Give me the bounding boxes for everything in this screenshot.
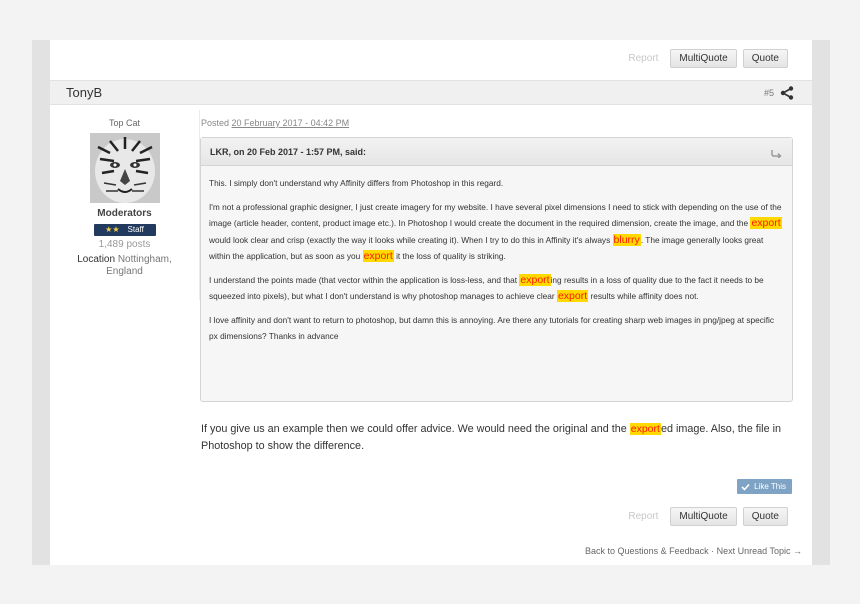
post-header: TonyB #5 bbox=[50, 80, 812, 105]
quote-paragraph: This. I simply don't understand why Affi… bbox=[209, 178, 504, 188]
post-actions: Report MultiQuote Quote bbox=[628, 507, 788, 526]
topic-navigation: Back to Questions & Feedback · Next Unre… bbox=[585, 546, 802, 556]
back-to-forum-link[interactable]: Back to Questions & Feedback bbox=[585, 546, 709, 556]
forum-post-page: Report MultiQuote Quote TonyB #5 Top Cat bbox=[50, 40, 812, 565]
posted-prefix: Posted bbox=[201, 118, 232, 128]
tiger-avatar-image bbox=[89, 133, 160, 203]
search-highlight: export bbox=[629, 423, 661, 435]
multiquote-button[interactable]: MultiQuote bbox=[670, 49, 737, 68]
author-info-panel: Top Cat Moderators ★★ Staff 1,489 posts L… bbox=[50, 110, 200, 300]
post-date-link[interactable]: 20 February 2017 - 04:42 PM bbox=[232, 118, 350, 128]
location-label: Location bbox=[77, 254, 116, 265]
quote-citation: LKR, on 20 Feb 2017 - 1:57 PM, said: bbox=[201, 138, 792, 166]
location-value-line2: England bbox=[106, 266, 143, 277]
quote-paragraph: I'm not a professional graphic designer,… bbox=[209, 201, 782, 262]
post-number[interactable]: #5 bbox=[764, 88, 774, 98]
next-unread-topic-link[interactable]: Next Unread Topic bbox=[717, 546, 791, 556]
previous-post-actions: Report MultiQuote Quote bbox=[628, 49, 788, 68]
member-title: Top Cat bbox=[108, 118, 141, 128]
avatar[interactable] bbox=[89, 133, 160, 203]
staff-badge: ★★ Staff bbox=[93, 224, 156, 236]
search-highlight: export bbox=[556, 290, 589, 302]
quote-paragraph: I understand the points made (that vecto… bbox=[209, 273, 764, 302]
quote-button[interactable]: Quote bbox=[742, 507, 788, 526]
post-body-text: If you give us an example then we could … bbox=[201, 423, 781, 452]
search-highlight: export bbox=[362, 250, 394, 262]
member-location: Location Nottingham, England bbox=[50, 254, 199, 278]
quote-body: This. I simply don't understand why Affi… bbox=[201, 166, 792, 345]
like-button-label: Like This bbox=[754, 482, 786, 491]
badge-label: Staff bbox=[127, 225, 144, 234]
report-link[interactable]: Report bbox=[628, 511, 658, 522]
multiquote-button[interactable]: MultiQuote bbox=[670, 507, 737, 526]
quote-citation-text: LKR, on 20 Feb 2017 - 1:57 PM, said: bbox=[210, 147, 367, 157]
location-value: Nottingham, bbox=[117, 254, 172, 265]
post-date: Posted 20 February 2017 - 04:42 PM bbox=[201, 118, 349, 128]
search-highlight: blurry bbox=[612, 233, 641, 246]
member-post-count: 1,489 posts bbox=[98, 239, 151, 250]
arrow-right-icon: → bbox=[790, 546, 802, 556]
quote-block: LKR, on 20 Feb 2017 - 1:57 PM, said: Thi… bbox=[200, 137, 793, 402]
check-icon bbox=[741, 483, 750, 491]
like-button[interactable]: Like This bbox=[737, 479, 792, 494]
quote-button[interactable]: Quote bbox=[742, 49, 788, 68]
search-highlight: export bbox=[750, 217, 782, 229]
badge-stars: ★★ bbox=[105, 225, 120, 234]
post-author-name[interactable]: TonyB bbox=[66, 85, 102, 100]
report-link[interactable]: Report bbox=[628, 53, 658, 64]
quote-paragraph: I love affinity and don't want to return… bbox=[209, 314, 775, 342]
member-group: Moderators bbox=[97, 208, 152, 219]
quote-return-icon[interactable] bbox=[770, 146, 782, 158]
search-highlight: export bbox=[519, 273, 551, 286]
share-icon[interactable] bbox=[780, 86, 794, 100]
